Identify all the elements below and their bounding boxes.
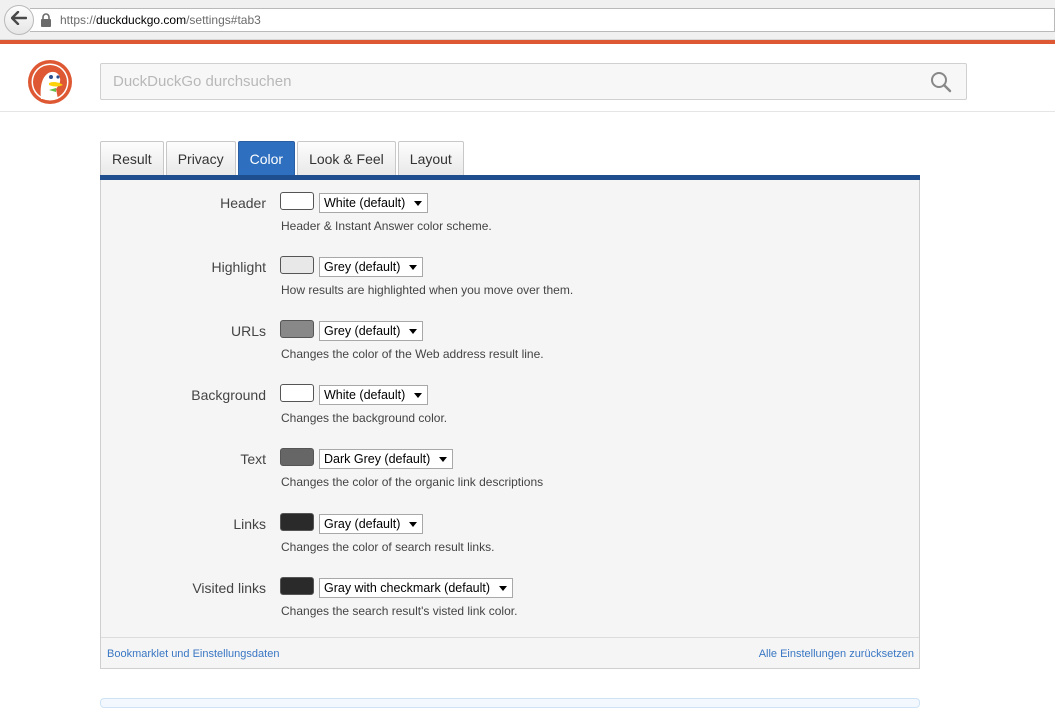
select-value: Gray (default) bbox=[324, 517, 401, 531]
color-select[interactable]: Grey (default) bbox=[319, 257, 424, 277]
select-value: White (default) bbox=[324, 388, 406, 402]
back-arrow-icon bbox=[10, 10, 28, 30]
color-select[interactable]: Dark Grey (default) bbox=[319, 449, 454, 469]
setting-header: Header White (default) Header & Instant … bbox=[101, 185, 921, 245]
url-path: /settings#tab3 bbox=[186, 13, 261, 27]
select-value: Grey (default) bbox=[324, 260, 401, 274]
setting-label: Background bbox=[191, 387, 266, 403]
url-host: duckduckgo.com bbox=[96, 13, 187, 27]
lock-icon bbox=[40, 13, 54, 27]
dropdown-arrow-icon bbox=[414, 201, 423, 206]
search-input[interactable] bbox=[101, 64, 921, 99]
search-box bbox=[100, 63, 967, 100]
duckduckgo-logo[interactable] bbox=[27, 59, 73, 105]
color-swatch[interactable] bbox=[280, 384, 314, 402]
setting-description: Changes the search result's visted link … bbox=[281, 604, 518, 618]
setting-visited-links: Visited links Gray with checkmark (defau… bbox=[101, 570, 921, 630]
setting-description: How results are highlighted when you mov… bbox=[281, 283, 574, 297]
browser-toolbar: https://duckduckgo.com/settings#tab3 bbox=[0, 0, 1055, 40]
color-select[interactable]: White (default) bbox=[319, 193, 429, 213]
color-swatch[interactable] bbox=[280, 192, 314, 210]
setting-description: Changes the background color. bbox=[281, 411, 448, 425]
settings-tabs: Result Privacy Color Look & Feel Layout bbox=[100, 141, 464, 176]
dropdown-arrow-icon bbox=[439, 457, 448, 462]
bottom-panel bbox=[100, 698, 920, 708]
dropdown-arrow-icon bbox=[414, 393, 423, 398]
setting-description: Header & Instant Answer color scheme. bbox=[281, 219, 492, 233]
color-swatch[interactable] bbox=[280, 577, 314, 595]
setting-label: Header bbox=[220, 195, 266, 211]
bookmarklet-link[interactable]: Bookmarklet und Einstellungsdaten bbox=[107, 648, 279, 660]
color-select[interactable]: Gray (default) bbox=[319, 514, 424, 534]
dropdown-arrow-icon bbox=[409, 522, 418, 527]
setting-highlight: Highlight Grey (default) How results are… bbox=[101, 249, 921, 309]
setting-label: Highlight bbox=[211, 259, 266, 275]
tab-color[interactable]: Color bbox=[237, 141, 296, 176]
select-value: White (default) bbox=[324, 196, 406, 210]
color-swatch[interactable] bbox=[280, 448, 314, 466]
select-value: Gray with checkmark (default) bbox=[324, 581, 491, 595]
setting-description: Changes the color of search result links… bbox=[281, 540, 495, 554]
back-button[interactable] bbox=[4, 5, 34, 35]
setting-links: Links Gray (default) Changes the color o… bbox=[101, 506, 921, 566]
color-select[interactable]: Gray with checkmark (default) bbox=[319, 578, 514, 598]
site-header bbox=[0, 44, 1055, 112]
tab-privacy[interactable]: Privacy bbox=[165, 141, 236, 176]
panel-footer: Bookmarklet und Einstellungsdaten Alle E… bbox=[101, 637, 919, 668]
search-icon[interactable] bbox=[930, 71, 952, 93]
setting-description: Changes the color of the Web address res… bbox=[281, 347, 544, 361]
color-swatch[interactable] bbox=[280, 256, 314, 274]
setting-label: URLs bbox=[230, 323, 266, 339]
url-protocol: https:// bbox=[60, 13, 97, 27]
setting-label: Text bbox=[240, 451, 266, 467]
setting-label: Links bbox=[233, 516, 266, 532]
setting-text: Text Dark Grey (default) Changes the col… bbox=[101, 441, 921, 501]
color-select[interactable]: Grey (default) bbox=[319, 321, 424, 341]
select-value: Grey (default) bbox=[324, 324, 401, 338]
dropdown-arrow-icon bbox=[409, 329, 418, 334]
tab-look-and-feel[interactable]: Look & Feel bbox=[297, 141, 396, 176]
dropdown-arrow-icon bbox=[409, 265, 418, 270]
color-settings-panel: Header White (default) Header & Instant … bbox=[100, 180, 920, 669]
color-swatch[interactable] bbox=[280, 320, 314, 338]
reset-settings-link[interactable]: Alle Einstellungen zurücksetzen bbox=[759, 648, 914, 660]
setting-label: Visited links bbox=[192, 580, 266, 596]
tab-layout[interactable]: Layout bbox=[397, 141, 464, 176]
setting-description: Changes the color of the organic link de… bbox=[281, 475, 544, 489]
address-bar[interactable]: https://duckduckgo.com/settings#tab3 bbox=[30, 8, 1055, 32]
color-swatch[interactable] bbox=[280, 513, 314, 531]
setting-background: Background White (default) Changes the b… bbox=[101, 377, 921, 437]
tab-result[interactable]: Result bbox=[100, 141, 164, 176]
setting-urls: URLs Grey (default) Changes the color of… bbox=[101, 313, 921, 373]
color-select[interactable]: White (default) bbox=[319, 385, 429, 405]
select-value: Dark Grey (default) bbox=[324, 452, 431, 466]
dropdown-arrow-icon bbox=[499, 586, 508, 591]
